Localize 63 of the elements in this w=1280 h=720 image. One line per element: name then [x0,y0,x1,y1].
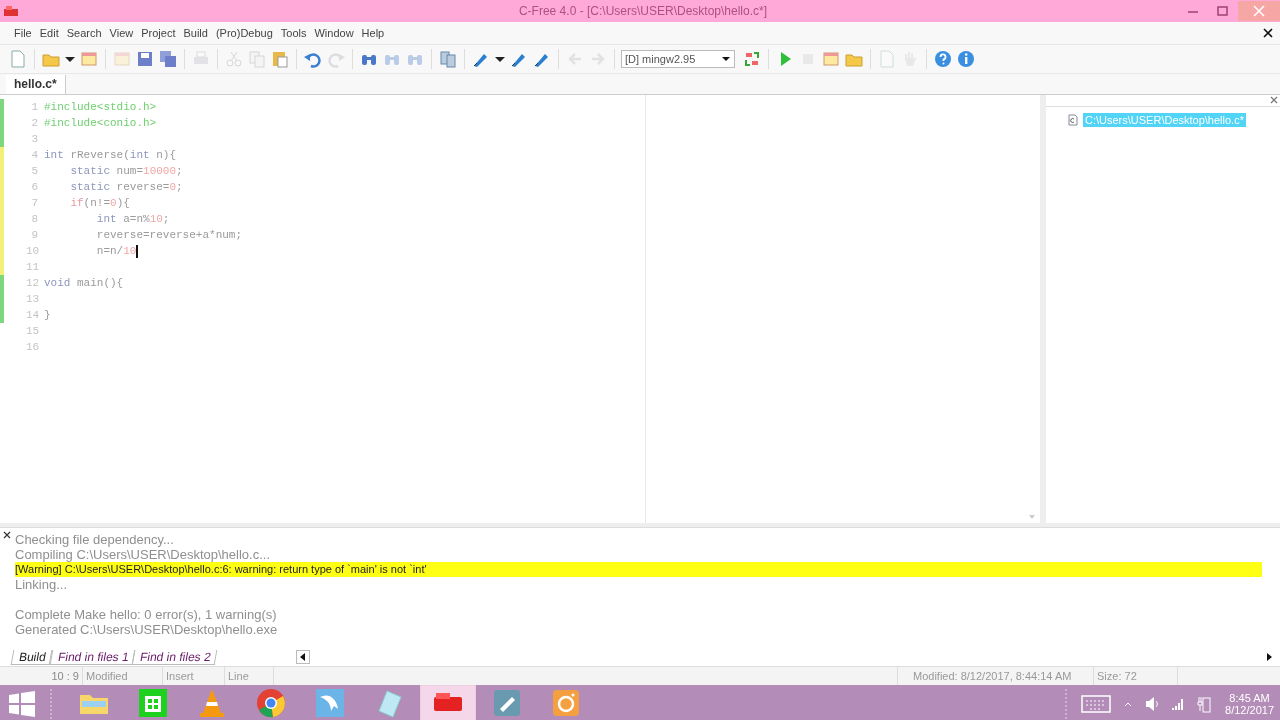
code-line: reverse=reverse+a*num; [95,229,243,241]
close-icon[interactable] [3,531,11,539]
battery-icon[interactable] [1197,694,1212,713]
build-message: [Warning] C:\Users\USER\Desktop\hello.c:6: warning: return type of `main' is not `int' [15,562,1262,577]
code-line: void main(){ [44,277,124,289]
build-message: Complete Make hello: 0 error(s), 1 warning(s) [15,607,278,622]
line-number: 16 [26,341,38,353]
clipboard-icon[interactable] [270,49,290,69]
file-tab[interactable]: hello.c* [6,75,66,94]
line-number: 7 [30,197,38,209]
code-line: int rReverse(int n){ [44,149,177,161]
speaker-icon[interactable] [1145,695,1160,712]
build-message: Checking file dependency... [15,532,175,547]
code-line: static reverse=0; [69,181,183,193]
help-icon[interactable] [933,49,953,69]
code-line: if(n!=0){ [69,197,130,209]
close-button[interactable] [1238,1,1280,21]
line-number: 12 [26,277,38,289]
code-line: static num=10000; [69,165,183,177]
caret-icon[interactable] [721,54,731,64]
build-message: Linking... [15,577,69,592]
code-line: int a=n%10; [95,213,170,225]
signal-icon[interactable] [1171,696,1186,711]
menu-item[interactable]: View [105,27,138,39]
scroll-left-button[interactable] [296,650,311,664]
menu-item[interactable]: Search [62,27,106,39]
code-line: } [44,309,51,321]
window-title: C-Free 4.0 - [C:\Users\USER\Desktop\hello.c*] [517,4,769,18]
menu-item[interactable]: Edit [35,27,63,39]
code-line: n=n/10 [95,244,139,258]
start-button[interactable] [8,689,36,718]
line-number: 4 [30,149,38,161]
build-message: Compiling C:\Users\USER\Desktop\hello.c... [15,547,272,562]
c-file-icon [1068,114,1078,126]
line-number: 11 [26,261,38,273]
line-number: 3 [30,133,38,145]
page-icon[interactable] [8,49,28,69]
close-icon[interactable] [1262,27,1274,39]
code-line: #include<conio.h> [44,117,157,129]
compiler-dropdown[interactable]: [D] mingw2.95 [621,50,735,68]
line-number: 5 [30,165,38,177]
menu-item[interactable]: Help [357,27,389,39]
line-number: 14 [26,309,38,321]
build-message: Generated C:\Users\USER\Desktop\hello.exe [15,622,279,637]
menu-item[interactable]: (Pro)Debug [211,27,277,39]
app-icon [4,6,18,16]
menu-item[interactable]: Window [310,27,358,39]
info-icon[interactable] [956,49,976,69]
save-icon[interactable] [135,49,155,69]
menu-item[interactable]: Build [179,27,212,39]
menu-item[interactable]: File [10,27,36,39]
code-line: #include<stdio.h> [44,101,157,113]
keyboard-icon[interactable] [1081,694,1112,713]
window-icon[interactable] [821,49,841,69]
swap-icon[interactable] [742,49,762,69]
scroll-arrow-icon[interactable] [1028,513,1036,521]
documents-icon[interactable] [438,49,458,69]
line-number: 15 [26,325,38,337]
menu-item[interactable]: Project [137,27,180,39]
menu-item[interactable]: Tools [276,27,311,39]
line-number: 13 [26,293,38,305]
output-tab[interactable]: Build [10,649,52,665]
line-number: 10 [26,245,38,257]
